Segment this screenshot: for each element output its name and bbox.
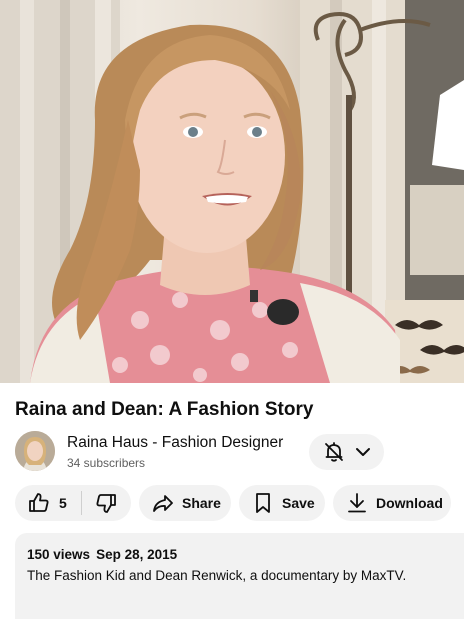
avatar-image xyxy=(15,431,55,471)
video-title: Raina and Dean: A Fashion Story xyxy=(15,399,314,420)
video-frame-image xyxy=(0,0,464,383)
like-dislike-group: 5 xyxy=(15,485,131,521)
bookmark-icon xyxy=(251,491,275,515)
thumbs-up-icon xyxy=(27,491,51,515)
upload-date: Sep 28, 2015 xyxy=(96,547,178,562)
thumbs-down-icon xyxy=(94,491,118,515)
video-player[interactable] xyxy=(0,0,464,383)
description-box[interactable]: 150 views Sep 28, 2015 The Fashion Kid an… xyxy=(15,533,464,619)
dislike-button[interactable] xyxy=(82,485,130,521)
share-button[interactable]: Share xyxy=(139,485,231,521)
notification-bell-button[interactable] xyxy=(309,434,384,470)
save-button[interactable]: Save xyxy=(239,485,325,521)
channel-avatar[interactable] xyxy=(15,431,55,471)
share-arrow-icon xyxy=(151,491,175,515)
description-text: The Fashion Kid and Dean Renwick, a docu… xyxy=(27,568,407,583)
channel-row: Raina Haus - Fashion Designer 34 subscri… xyxy=(15,430,455,474)
bell-off-icon xyxy=(322,440,346,464)
download-label: Download xyxy=(376,495,443,511)
share-label: Share xyxy=(182,495,221,511)
action-bar: 5 Share Save Download xyxy=(15,485,464,521)
like-button[interactable]: 5 xyxy=(15,485,81,521)
video-meta: 150 views Sep 28, 2015 xyxy=(27,547,452,562)
save-label: Save xyxy=(282,495,315,511)
channel-name[interactable]: Raina Haus - Fashion Designer xyxy=(67,434,283,452)
download-button[interactable]: Download xyxy=(333,485,451,521)
chevron-down-icon xyxy=(354,443,372,461)
view-count: 150 views xyxy=(27,547,91,562)
download-icon xyxy=(345,491,369,515)
like-count: 5 xyxy=(59,495,67,511)
subscriber-count: 34 subscribers xyxy=(67,456,146,470)
